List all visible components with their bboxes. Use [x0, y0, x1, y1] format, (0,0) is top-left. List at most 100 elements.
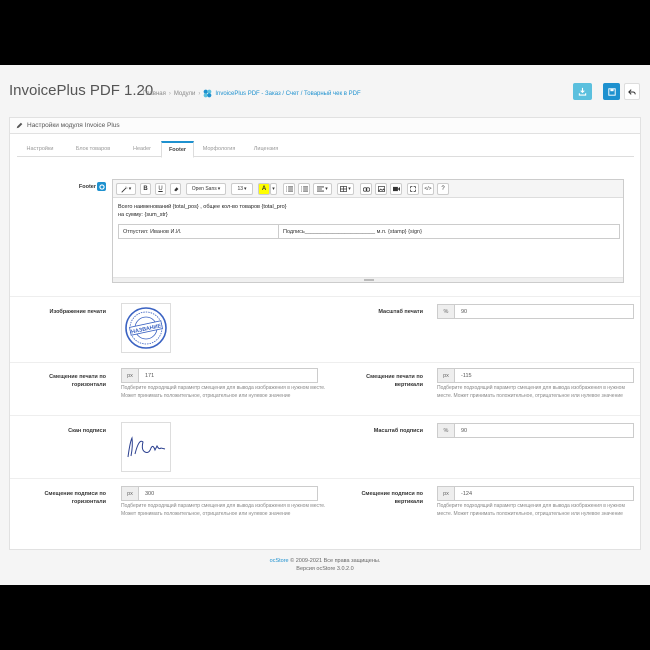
tab-products-block[interactable]: Блок товаров — [64, 141, 122, 157]
editor-table: Отпустил: Иванов И.И. Подпись___________… — [118, 224, 620, 239]
sign-scale-input[interactable]: % 90 — [437, 423, 634, 438]
caret-down-icon: ▾ — [272, 186, 275, 192]
bullet-list-icon — [285, 186, 293, 192]
stamp-offset-h-value: 171 — [145, 372, 155, 379]
link-button[interactable] — [360, 183, 372, 195]
sign-offset-h-input[interactable]: px 300 — [121, 486, 318, 501]
bullet-list-button[interactable] — [283, 183, 295, 195]
stamp-offset-h-label: Смещение печати по горизонтали — [49, 374, 106, 388]
stamp-offset-h-help: Подберите подходящий параметр смещения д… — [121, 385, 326, 399]
question-icon: ? — [441, 186, 445, 192]
magic-wand-button[interactable]: ▾ — [116, 183, 136, 195]
tab-license[interactable]: Лицензия — [245, 141, 287, 157]
stamp-offset-h-input[interactable]: px 171 — [121, 368, 318, 383]
stamp-scale-value: 90 — [461, 308, 468, 315]
breadcrumb-modules[interactable]: Модули — [174, 91, 196, 97]
save-button[interactable] — [603, 83, 620, 100]
breadcrumb-current[interactable]: InvoicePlus PDF - Заказ / Счет / Товарны… — [215, 91, 360, 97]
download-button[interactable] — [573, 83, 592, 100]
row-divider — [10, 362, 640, 363]
sign-scale-label: Масштаб подписи — [373, 428, 423, 434]
stamp-icon: НАЗВАНИЕ — [125, 307, 167, 349]
footer-label: Footer — [78, 184, 96, 190]
breadcrumb-home[interactable]: Главная — [143, 91, 166, 97]
tab-header[interactable]: Header — [123, 141, 161, 157]
stamp-offset-v-input[interactable]: px -115 — [437, 368, 634, 383]
code-view-button[interactable]: </> — [422, 183, 434, 195]
code-icon: </> — [424, 186, 432, 192]
breadcrumb-separator: › — [168, 90, 171, 97]
text-color-button[interactable]: A — [258, 183, 270, 195]
sign-offset-h-help: Подберите подходящий параметр смещения д… — [121, 503, 326, 517]
puzzle-icon — [203, 89, 212, 98]
font-family-value: Open Sans — [191, 186, 217, 192]
sign-offset-v-help: Подберите подходящий параметр смещения д… — [437, 503, 625, 517]
stamp-image-label: Изображение печати — [49, 309, 106, 315]
table-icon — [340, 186, 348, 192]
tab-morphology[interactable]: Морфология — [195, 141, 243, 157]
sign-image-label: Скан подписи — [68, 428, 106, 434]
fullscreen-icon — [410, 186, 416, 192]
sign-scale-unit: % — [438, 424, 455, 437]
editor-line-sum: на сумму: {sum_str} — [118, 212, 168, 218]
caret-down-icon: ▾ — [217, 186, 221, 192]
copyright-text: © 2009-2021 Все права защищены. — [290, 558, 381, 564]
bold-icon: B — [143, 186, 148, 192]
breadcrumb: Главная › Модули › InvoicePlus PDF - Зак… — [143, 89, 361, 98]
video-icon — [392, 186, 400, 192]
page-footer: ocStore © 2009-2021 Все права защищены. … — [0, 557, 650, 573]
stamp-offset-v-label: Смещение печати по вертикали — [366, 374, 423, 388]
save-icon — [607, 87, 616, 96]
footer-info-button[interactable] — [97, 182, 106, 191]
sign-offset-v-unit: px — [438, 487, 455, 500]
editor-cell-issuer: Отпустил: Иванов И.И. — [119, 225, 279, 238]
signature-icon — [127, 436, 166, 458]
footer-editor[interactable]: ▾ B U Open Sans ▾ 13 ▾ A ▾ ▾ ▾ </> ? Все… — [112, 179, 624, 283]
back-button[interactable] — [624, 83, 640, 100]
ocstore-link[interactable]: ocStore — [270, 558, 289, 564]
admin-screen: InvoicePlus PDF 1.20 Главная › Модули › … — [0, 65, 650, 585]
stamp-image[interactable]: НАЗВАНИЕ — [121, 303, 171, 353]
editor-toolbar: ▾ B U Open Sans ▾ 13 ▾ A ▾ ▾ ▾ </> ? — [113, 180, 623, 198]
panel-title: Настройки модуля Invoice Plus — [27, 122, 120, 129]
image-button[interactable] — [375, 183, 387, 195]
caret-down-icon: ▾ — [348, 186, 351, 192]
sign-offset-v-input[interactable]: px -124 — [437, 486, 634, 501]
help-button[interactable]: ? — [437, 183, 449, 195]
image-icon — [377, 186, 385, 192]
eraser-button[interactable] — [170, 183, 181, 195]
editor-cell-signature: Подпись_______________________ м.п. {sta… — [283, 228, 422, 235]
editor-resize-handle[interactable] — [113, 277, 623, 282]
tab-bar: Настройки Блок товаров Header Footer Мор… — [17, 141, 634, 158]
reply-icon — [628, 88, 636, 95]
tab-settings[interactable]: Настройки — [17, 141, 63, 157]
breadcrumb-separator: › — [198, 90, 201, 97]
page-title: InvoicePlus PDF 1.20 — [9, 82, 154, 99]
magic-wand-icon — [121, 186, 128, 193]
grip-icon — [364, 279, 374, 281]
ordered-list-button[interactable] — [298, 183, 310, 195]
stamp-offset-h-unit: px — [122, 369, 139, 382]
stamp-scale-input[interactable]: % 90 — [437, 304, 634, 319]
link-icon — [362, 186, 370, 192]
table-button[interactable]: ▾ — [337, 183, 354, 195]
sign-offset-h-label: Смещение подписи по горизонтали — [44, 491, 106, 505]
underline-button[interactable]: U — [155, 183, 166, 195]
sign-image[interactable] — [121, 422, 171, 472]
fullscreen-button[interactable] — [407, 183, 419, 195]
caret-down-icon: ▾ — [128, 186, 132, 192]
editor-content[interactable]: Всего наименований {total_pos} , общее к… — [113, 198, 623, 239]
panel-heading: Настройки модуля Invoice Plus — [10, 118, 640, 134]
font-size-value: 13 — [237, 186, 244, 192]
sign-scale-value: 90 — [461, 427, 468, 434]
font-size-select[interactable]: 13 ▾ — [231, 183, 253, 195]
bold-button[interactable]: B — [140, 183, 151, 195]
video-button[interactable] — [390, 183, 402, 195]
download-icon — [578, 87, 587, 96]
editor-line-totals: Всего наименований {total_pos} , общее к… — [118, 204, 287, 210]
text-color-dropdown[interactable]: ▾ — [270, 183, 277, 195]
align-button[interactable]: ▾ — [313, 183, 332, 195]
stamp-offset-v-help: Подберите подходящий параметр смещения д… — [437, 385, 625, 399]
font-family-select[interactable]: Open Sans ▾ — [186, 183, 226, 195]
tab-footer[interactable]: Footer — [161, 141, 194, 158]
